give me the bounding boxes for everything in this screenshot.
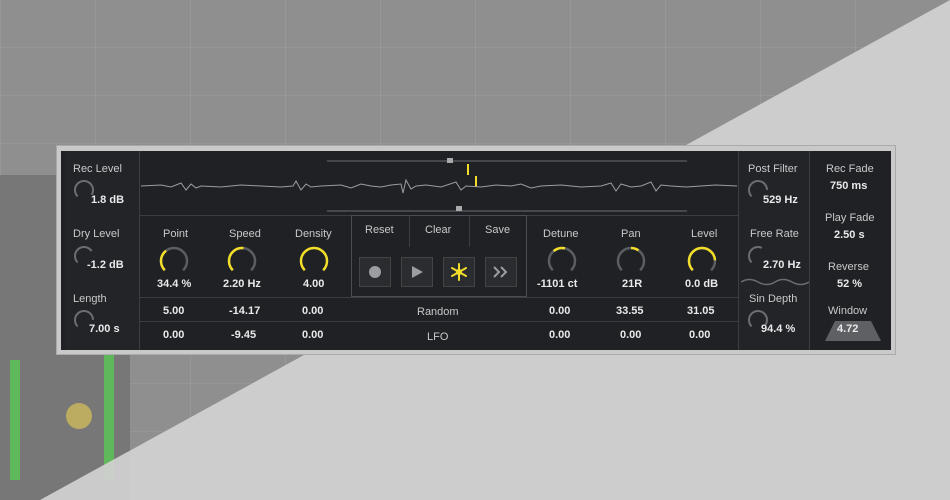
clear-button[interactable]: Clear xyxy=(425,224,451,236)
skip-button[interactable] xyxy=(485,257,517,287)
point-random[interactable]: 5.00 xyxy=(163,305,184,317)
waveform-display[interactable] xyxy=(141,153,737,215)
speed-label: Speed xyxy=(229,228,261,240)
separator xyxy=(140,321,738,322)
record-icon xyxy=(369,266,381,278)
separator xyxy=(809,151,810,350)
random-row-label: Random xyxy=(417,306,459,318)
point-label: Point xyxy=(163,228,189,240)
free-rate-value: 2.70 Hz xyxy=(763,259,801,271)
window-label: Window xyxy=(828,305,868,317)
speed-lfo[interactable]: -9.45 xyxy=(231,329,256,341)
sin-depth-label: Sin Depth xyxy=(749,293,798,305)
density-random[interactable]: 0.00 xyxy=(302,305,323,317)
point-lfo[interactable]: 0.00 xyxy=(163,329,184,341)
density-knob[interactable] xyxy=(297,244,331,278)
detune-random[interactable]: 0.00 xyxy=(549,305,570,317)
free-rate-label: Free Rate xyxy=(750,228,799,240)
rec-level-label: Rec Level xyxy=(73,163,122,175)
lfo-row-label: LFO xyxy=(427,331,449,343)
speed-value: 2.20 Hz xyxy=(223,278,261,290)
speed-knob[interactable] xyxy=(225,244,259,278)
level-label: Level xyxy=(691,228,718,240)
separator xyxy=(140,297,738,298)
rec-fade-value[interactable]: 750 ms xyxy=(830,180,867,192)
record-button[interactable] xyxy=(359,257,391,287)
snowflake-icon xyxy=(451,263,467,281)
play-fade-label: Play Fade xyxy=(825,212,875,224)
separator xyxy=(469,215,470,247)
point-knob[interactable] xyxy=(157,244,191,278)
pan-knob[interactable] xyxy=(614,244,648,278)
level-value: 0.0 dB xyxy=(685,278,719,290)
density-lfo[interactable]: 0.00 xyxy=(302,329,323,341)
pan-label: Pan xyxy=(621,228,641,240)
granular-device: Rec Level 1.8 dB Dry Level -1.2 dB Lengt… xyxy=(56,145,896,355)
daw-knob xyxy=(66,403,92,429)
rec-level-value: 1.8 dB xyxy=(91,194,125,206)
density-label: Density xyxy=(295,228,332,240)
detune-lfo[interactable]: 0.00 xyxy=(549,329,570,341)
device-panel: Rec Level 1.8 dB Dry Level -1.2 dB Lengt… xyxy=(61,151,891,350)
length-value: 7.00 s xyxy=(89,323,120,335)
reset-button[interactable]: Reset xyxy=(365,224,394,236)
level-lfo[interactable]: 0.00 xyxy=(689,329,710,341)
pan-value: 21R xyxy=(622,278,643,290)
length-label: Length xyxy=(73,293,107,305)
level-meter-left xyxy=(10,360,20,480)
save-button[interactable]: Save xyxy=(485,224,510,236)
play-button[interactable] xyxy=(401,257,433,287)
fast-forward-icon xyxy=(493,266,508,278)
window-value[interactable]: 4.72 xyxy=(837,323,858,335)
density-value: 4.00 xyxy=(303,278,325,290)
dry-level-value: -1.2 dB xyxy=(87,259,124,271)
detune-value: -1101 ct xyxy=(537,278,578,290)
speed-random[interactable]: -14.17 xyxy=(229,305,260,317)
sin-depth-value: 94.4 % xyxy=(761,323,796,335)
dry-level-label: Dry Level xyxy=(73,228,120,240)
freeze-button[interactable] xyxy=(443,257,475,287)
level-random[interactable]: 31.05 xyxy=(687,305,715,317)
pan-lfo[interactable]: 0.00 xyxy=(620,329,641,341)
point-value: 34.4 % xyxy=(157,278,192,290)
play-icon xyxy=(412,266,423,278)
rec-fade-label: Rec Fade xyxy=(826,163,874,175)
level-knob[interactable] xyxy=(685,244,719,278)
play-fade-value[interactable]: 2.50 s xyxy=(834,229,865,241)
reverse-value[interactable]: 52 % xyxy=(837,278,862,290)
reverse-label: Reverse xyxy=(828,261,869,273)
detune-label: Detune xyxy=(543,228,579,240)
post-filter-value: 529 Hz xyxy=(763,194,798,206)
sine-wave-icon xyxy=(741,278,809,286)
separator xyxy=(409,215,410,247)
post-filter-label: Post Filter xyxy=(748,163,798,175)
detune-knob[interactable] xyxy=(545,244,579,278)
pan-random[interactable]: 33.55 xyxy=(616,305,644,317)
